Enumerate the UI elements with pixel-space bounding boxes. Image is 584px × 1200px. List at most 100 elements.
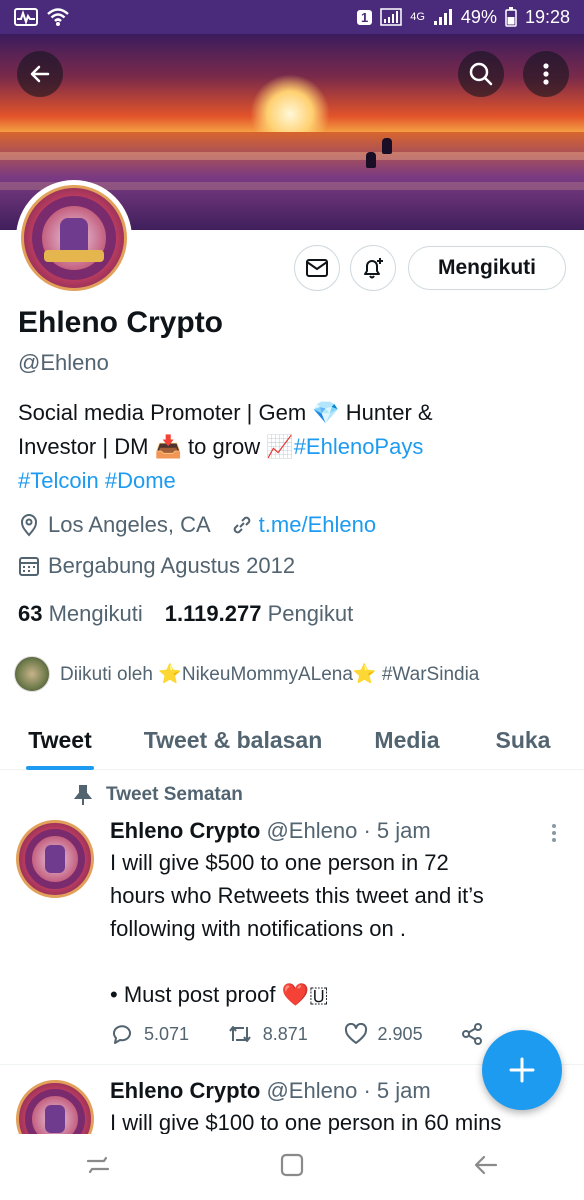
- tweet-header: Ehleno Crypto @Ehleno · 5 jam: [110, 818, 431, 844]
- bio-line: Investor | DM 📥 to grow 📈#EhlenoPays: [18, 430, 568, 464]
- system-nav-bar: [0, 1134, 584, 1200]
- followed-by-text: Diikuti oleh ⭐NikeuMommyALena⭐ #WarSindi…: [60, 664, 480, 685]
- home-icon: [280, 1153, 304, 1176]
- back-button[interactable]: [17, 51, 63, 97]
- bell-plus-icon: [364, 258, 383, 279]
- tweet-line: • Must post proof ❤️🇺: [110, 978, 560, 1011]
- system-back-button[interactable]: [472, 1153, 500, 1182]
- status-bar: 1 4G 49% 19:28: [0, 0, 584, 34]
- tweet-header: Ehleno Crypto @Ehleno · 5 jam: [110, 1078, 431, 1104]
- hashtag-link[interactable]: #Dome: [105, 468, 176, 493]
- tweet-line: following with notifications on .: [110, 916, 406, 941]
- profile-name: Ehleno Crypto: [18, 306, 224, 339]
- like-count: 2.905: [377, 1023, 423, 1044]
- retweet-icon: [228, 1026, 251, 1042]
- following-label: Mengikuti: [48, 601, 143, 626]
- calendar-icon: [18, 555, 40, 577]
- tab-likes[interactable]: Suka: [492, 710, 554, 770]
- tab-media[interactable]: Media: [370, 710, 444, 770]
- tweet-avatar[interactable]: [16, 820, 94, 898]
- activity-icon: [14, 7, 38, 27]
- bio-text: Investor | DM 📥 to grow 📈: [18, 434, 294, 459]
- profile-handle: @Ehleno: [18, 350, 109, 375]
- heart-icon: [344, 1023, 367, 1044]
- tweet-more-icon[interactable]: [552, 824, 558, 842]
- location-icon: [18, 513, 40, 537]
- hashtag-link[interactable]: #Telcoin: [18, 468, 99, 493]
- retweet-button[interactable]: 8.871: [227, 1023, 344, 1045]
- tweet-time: · 5 jam: [363, 1078, 431, 1103]
- search-icon: [469, 62, 493, 86]
- following-count: 63: [18, 601, 43, 626]
- retweet-count: 8.871: [262, 1023, 308, 1044]
- notifications-button[interactable]: [350, 245, 396, 291]
- battery-percent: 49%: [460, 6, 497, 27]
- wifi-icon: [46, 7, 70, 27]
- message-button[interactable]: [294, 245, 340, 291]
- network-type: 4G: [410, 11, 425, 23]
- follower-avatar: [14, 656, 50, 692]
- banner-surfer: [382, 138, 392, 154]
- tweet-text: I will give $500 to one person in 72 hou…: [110, 846, 560, 1011]
- mail-icon: [306, 259, 328, 277]
- tweet-line-tail: 🇺: [308, 982, 329, 1007]
- tab-tweet[interactable]: Tweet: [22, 710, 98, 770]
- following-button[interactable]: Mengikuti: [408, 246, 566, 290]
- more-vertical-icon: [543, 63, 549, 85]
- avatar-image: [21, 185, 127, 291]
- hashtag-link[interactable]: #EhlenoPays: [294, 434, 424, 459]
- tweet-author-name[interactable]: Ehleno Crypto: [110, 818, 260, 843]
- sim-badge: 1: [357, 9, 373, 25]
- recent-apps-button[interactable]: [84, 1153, 112, 1182]
- tweet-line-text: • Must post proof ❤️: [110, 982, 309, 1007]
- pin-icon: [74, 784, 92, 806]
- followers-stat[interactable]: 1.119.277 Pengikut: [165, 601, 353, 627]
- home-button[interactable]: [279, 1152, 305, 1183]
- more-options-button[interactable]: [523, 51, 569, 97]
- profile-joined: Bergabung Agustus 2012: [48, 553, 296, 578]
- back-icon: [475, 1155, 498, 1174]
- profile-meta-row: Los Angeles, CA t.me/Ehleno: [18, 512, 376, 538]
- followers-count: 1.119.277: [164, 601, 262, 626]
- signal-bars-icon: [433, 8, 453, 26]
- link-icon: [231, 514, 253, 536]
- battery-icon: [505, 7, 517, 27]
- profile-bio: Social media Promoter | Gem 💎 Hunter & I…: [18, 396, 568, 498]
- signal-icon: [380, 7, 402, 27]
- plus-icon: [509, 1057, 535, 1083]
- reply-icon: [113, 1025, 131, 1044]
- banner-wave: [0, 152, 584, 160]
- clock: 19:28: [524, 6, 570, 27]
- share-button[interactable]: [460, 1022, 490, 1046]
- profile-link[interactable]: t.me/Ehleno: [259, 512, 376, 538]
- banner-surfer: [366, 152, 376, 168]
- back-arrow-icon: [30, 65, 50, 83]
- following-stat[interactable]: 63 Mengikuti: [18, 601, 143, 627]
- search-button[interactable]: [458, 51, 504, 97]
- profile-stats: 63 Mengikuti 1.119.277 Pengikut: [18, 601, 353, 627]
- followed-by-row[interactable]: Diikuti oleh ⭐NikeuMommyALena⭐ #WarSindi…: [14, 656, 479, 692]
- bio-line: #Telcoin #Dome: [18, 464, 568, 498]
- reply-count: 5.071: [144, 1023, 190, 1044]
- recent-apps-icon: [86, 1156, 109, 1173]
- tweet-line: hours who Retweets this tweet and it’s: [110, 883, 484, 908]
- pinned-label-row: Tweet Sematan: [74, 784, 243, 806]
- bio-line: Social media Promoter | Gem 💎 Hunter &: [18, 400, 433, 425]
- profile-tabs: Tweet Tweet & balasan Media Suka: [0, 710, 584, 770]
- profile-joined-row: Bergabung Agustus 2012: [18, 553, 295, 579]
- profile-avatar[interactable]: [16, 180, 132, 296]
- profile-location: Los Angeles, CA: [48, 512, 211, 537]
- reply-button[interactable]: 5.071: [110, 1023, 227, 1045]
- tweet-line: I will give $500 to one person in 72: [110, 850, 449, 875]
- tweet-author-name[interactable]: Ehleno Crypto: [110, 1078, 260, 1103]
- share-icon: [462, 1023, 483, 1045]
- tweet-time: · 5 jam: [363, 818, 431, 843]
- tweet-author-handle: @Ehleno: [266, 818, 358, 843]
- compose-tweet-button[interactable]: [482, 1030, 562, 1110]
- tweet-author-handle: @Ehleno: [266, 1078, 358, 1103]
- tab-tweet-replies[interactable]: Tweet & balasan: [136, 710, 330, 770]
- tweet-actions: 5.071 8.871 2.905: [110, 1022, 490, 1046]
- like-button[interactable]: 2.905: [344, 1023, 461, 1045]
- pinned-label: Tweet Sematan: [106, 784, 243, 805]
- followers-label: Pengikut: [267, 601, 354, 626]
